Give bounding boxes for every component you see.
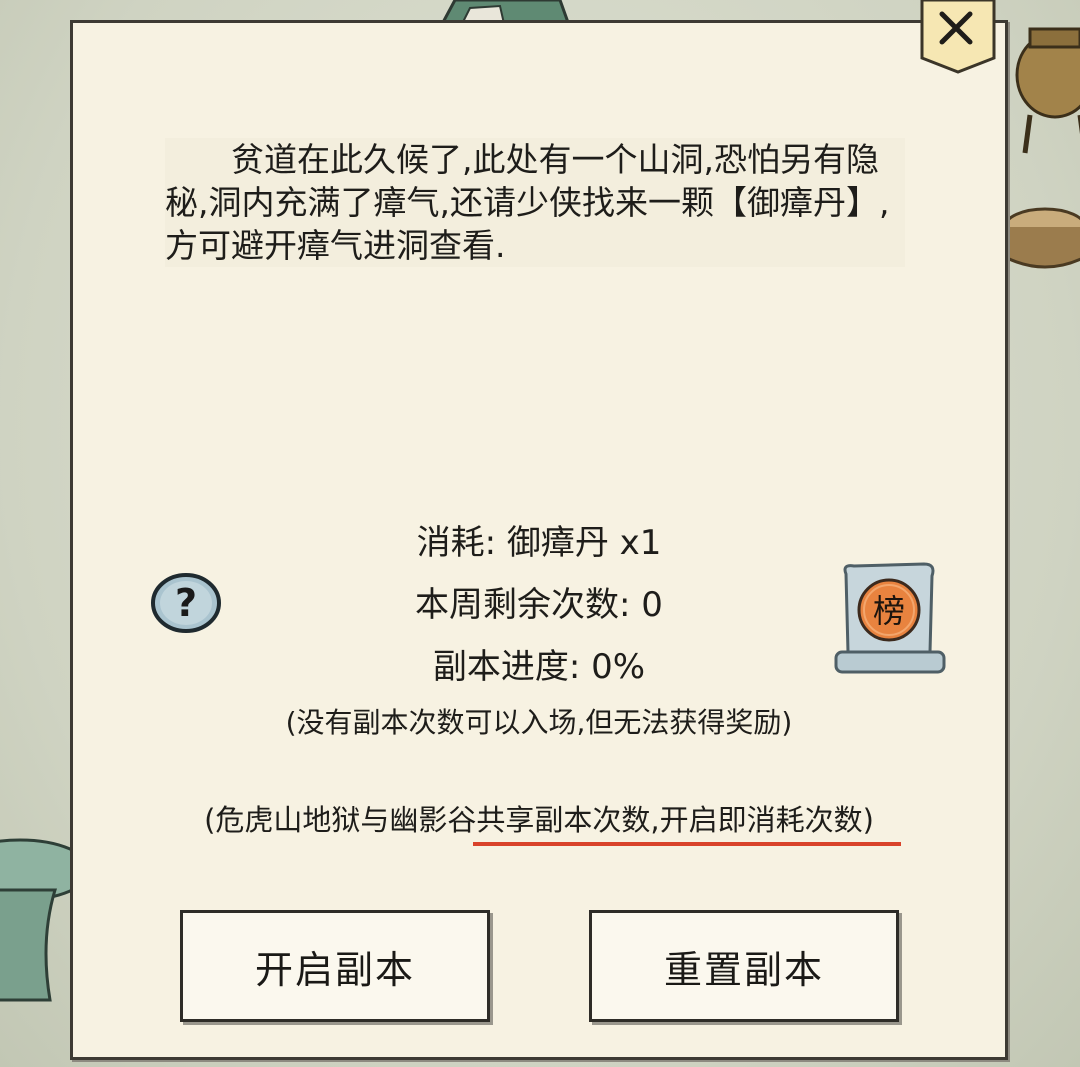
close-x-icon: [920, 0, 996, 74]
highlight-underline: [473, 842, 901, 846]
open-dungeon-button[interactable]: 开启副本: [180, 910, 490, 1022]
help-button[interactable]: ?: [150, 572, 222, 634]
shared-attempts-note: (危虎山地狱与幽影谷共享副本次数,开启即消耗次数): [204, 803, 874, 837]
reset-dungeon-button[interactable]: 重置副本: [589, 910, 899, 1022]
stump-decoration: [1003, 207, 1080, 269]
npc-story-text: 贫道在此久候了,此处有一个山洞,恐怕另有隐秘,洞内充满了瘴气,还请少侠找来一颗【…: [165, 138, 905, 267]
leaderboard-label: 榜: [872, 592, 905, 630]
question-mark-icon: ?: [151, 573, 221, 633]
no-attempts-note: (没有副本次数可以入场,但无法获得奖励): [285, 706, 793, 739]
bronze-urn-decoration: [1015, 27, 1080, 154]
close-button[interactable]: [920, 0, 996, 74]
story-paragraph: 贫道在此久候了,此处有一个山洞,恐怕另有隐秘,洞内充满了瘴气,还请少侠找来一颗【…: [165, 140, 890, 265]
leaderboard-button[interactable]: 榜: [832, 560, 948, 680]
svg-text:?: ?: [175, 581, 197, 625]
